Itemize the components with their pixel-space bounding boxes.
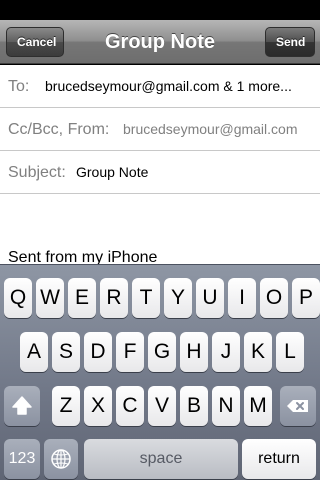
- key-t[interactable]: T: [132, 278, 160, 318]
- key-y[interactable]: Y: [164, 278, 192, 318]
- key-x[interactable]: X: [84, 386, 112, 426]
- key-a[interactable]: A: [20, 332, 48, 372]
- key-z[interactable]: Z: [52, 386, 80, 426]
- to-recipients[interactable]: brucedseymour@gmail.com & 1 more...: [45, 65, 315, 108]
- key-p[interactable]: P: [292, 278, 320, 318]
- subject-field[interactable]: Subject: Group Note: [0, 151, 320, 194]
- compose-area: To: brucedseymour@gmail.com & 1 more... …: [0, 65, 320, 266]
- subject-label: Subject:: [8, 164, 66, 181]
- key-h[interactable]: H: [180, 332, 208, 372]
- key-w[interactable]: W: [36, 278, 64, 318]
- key-l[interactable]: L: [276, 332, 304, 372]
- key-n[interactable]: N: [212, 386, 240, 426]
- globe-key[interactable]: [44, 439, 78, 479]
- shift-arrow-icon: [12, 396, 32, 415]
- navigation-bar: Cancel Group Note Send: [0, 20, 320, 64]
- status-bar: [0, 0, 320, 20]
- delete-key[interactable]: [280, 386, 316, 426]
- globe-icon: [51, 449, 71, 469]
- keyboard: Q W E R T Y U I O P A S D F G H J K L Z …: [0, 264, 320, 480]
- key-b[interactable]: B: [180, 386, 208, 426]
- from-address[interactable]: brucedseymour@gmail.com: [123, 108, 318, 151]
- page-title: Group Note: [105, 31, 215, 53]
- key-j[interactable]: J: [212, 332, 240, 372]
- cc-bcc-from-field[interactable]: Cc/Bcc, From: brucedseymour@gmail.com: [0, 108, 320, 151]
- key-v[interactable]: V: [148, 386, 176, 426]
- key-i[interactable]: I: [228, 278, 256, 318]
- key-k[interactable]: K: [244, 332, 272, 372]
- to-label: To:: [8, 78, 30, 95]
- key-o[interactable]: O: [260, 278, 288, 318]
- numbers-key[interactable]: 123: [4, 439, 40, 479]
- key-c[interactable]: C: [116, 386, 144, 426]
- shift-key[interactable]: [4, 386, 40, 426]
- return-key[interactable]: return: [242, 439, 316, 479]
- backspace-icon: [287, 400, 308, 412]
- cc-bcc-from-label: Cc/Bcc, From:: [8, 121, 110, 138]
- key-f[interactable]: F: [116, 332, 144, 372]
- cancel-button[interactable]: Cancel: [6, 27, 64, 57]
- to-field[interactable]: To: brucedseymour@gmail.com & 1 more...: [0, 65, 320, 108]
- key-q[interactable]: Q: [4, 278, 32, 318]
- key-e[interactable]: E: [68, 278, 96, 318]
- key-r[interactable]: R: [100, 278, 128, 318]
- key-s[interactable]: S: [52, 332, 80, 372]
- key-m[interactable]: M: [244, 386, 272, 426]
- send-button[interactable]: Send: [265, 27, 315, 57]
- key-d[interactable]: D: [84, 332, 112, 372]
- space-key[interactable]: space: [84, 439, 238, 479]
- key-u[interactable]: U: [196, 278, 224, 318]
- subject-input[interactable]: Group Note: [76, 151, 316, 194]
- key-g[interactable]: G: [148, 332, 176, 372]
